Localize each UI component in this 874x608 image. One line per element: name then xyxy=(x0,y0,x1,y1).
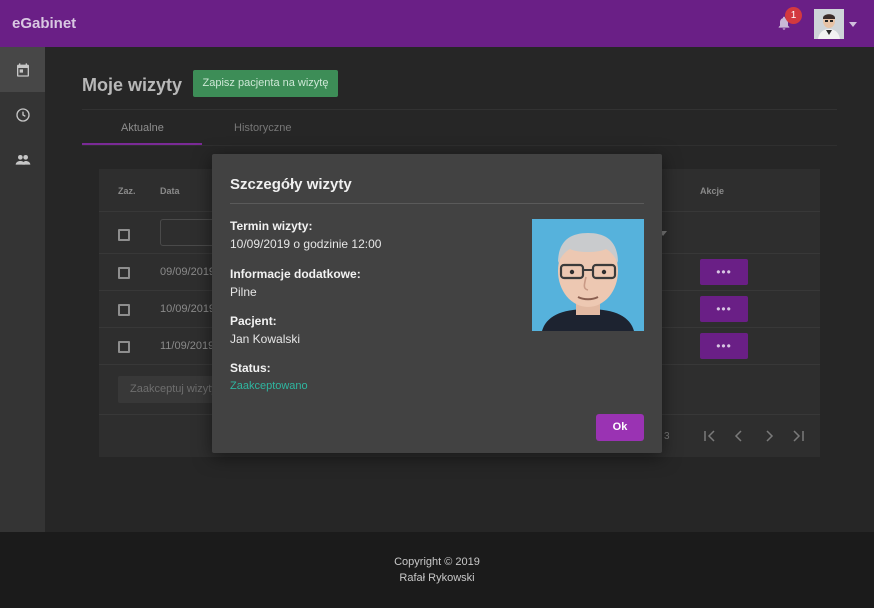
column-header-actions: Akcje xyxy=(700,186,725,196)
tab-historical[interactable]: Historyczne xyxy=(234,122,291,134)
patient-photo xyxy=(532,219,644,331)
footer-copyright: Copyright © 2019 xyxy=(394,556,480,568)
sidebar-item-appointments[interactable] xyxy=(0,47,45,92)
term-value: 10/09/2019 o godzinie 12:00 xyxy=(230,237,382,251)
row-checkbox[interactable] xyxy=(118,304,130,316)
table-row-date: 09/09/2019 xyxy=(160,266,216,278)
pagination-range: 3 xyxy=(664,431,670,442)
status-value: Zaakceptowano xyxy=(230,380,308,392)
table-row-date: 11/09/2019 xyxy=(160,340,215,352)
sidebar-item-history[interactable] xyxy=(0,92,45,137)
clock-icon xyxy=(15,107,30,122)
tabs-bottom-divider xyxy=(82,145,837,146)
ok-button[interactable]: Ok xyxy=(596,414,644,441)
column-header-date[interactable]: Data xyxy=(160,186,180,196)
add-appointment-button[interactable]: Zapisz pacjenta na wizytę xyxy=(193,70,338,97)
footer: Copyright © 2019 Rafał Rykowski xyxy=(0,532,874,608)
chevron-down-icon[interactable] xyxy=(849,22,857,27)
patient-value: Jan Kowalski xyxy=(230,332,301,346)
status-label: Status: xyxy=(230,361,271,375)
select-all-checkbox[interactable] xyxy=(118,229,130,241)
app-brand[interactable]: eGabinet xyxy=(12,15,76,32)
tab-current[interactable]: Aktualne xyxy=(121,122,164,134)
sidebar-item-patients[interactable] xyxy=(0,137,45,182)
people-icon xyxy=(15,154,30,165)
column-header-select: Zaz. xyxy=(118,186,136,196)
footer-author: Rafał Rykowski xyxy=(399,572,475,584)
next-page-icon[interactable] xyxy=(761,428,777,444)
row-actions-button[interactable]: ••• xyxy=(700,296,748,322)
notification-badge: 1 xyxy=(785,7,802,24)
dialog-title: Szczegóły wizyty xyxy=(230,176,352,193)
top-bar: eGabinet 1 xyxy=(0,0,874,47)
table-row-date: 10/09/2019 xyxy=(160,303,216,315)
term-label: Termin wizyty: xyxy=(230,219,313,233)
row-actions-button[interactable]: ••• xyxy=(700,259,748,285)
patient-label: Pacjent: xyxy=(230,314,277,328)
accept-appointments-button[interactable]: Zaakceptuj wizyty xyxy=(118,376,218,403)
tabs-divider xyxy=(82,109,837,110)
sidebar xyxy=(0,47,45,532)
previous-page-icon[interactable] xyxy=(731,428,747,444)
calendar-icon xyxy=(16,62,29,77)
first-page-icon[interactable] xyxy=(702,428,718,444)
row-checkbox[interactable] xyxy=(118,341,130,353)
page-title: Moje wizyty xyxy=(82,75,183,95)
row-actions-button[interactable]: ••• xyxy=(700,333,748,359)
date-filter-input[interactable] xyxy=(160,219,220,246)
dialog-divider xyxy=(230,203,644,204)
info-value: Pilne xyxy=(230,285,257,299)
row-checkbox[interactable] xyxy=(118,267,130,279)
last-page-icon[interactable] xyxy=(790,428,806,444)
user-avatar[interactable] xyxy=(814,9,844,39)
info-label: Informacje dodatkowe: xyxy=(230,267,361,281)
appointment-details-dialog: Szczegóły wizyty Termin wizyty: 10/09/20… xyxy=(212,154,662,453)
